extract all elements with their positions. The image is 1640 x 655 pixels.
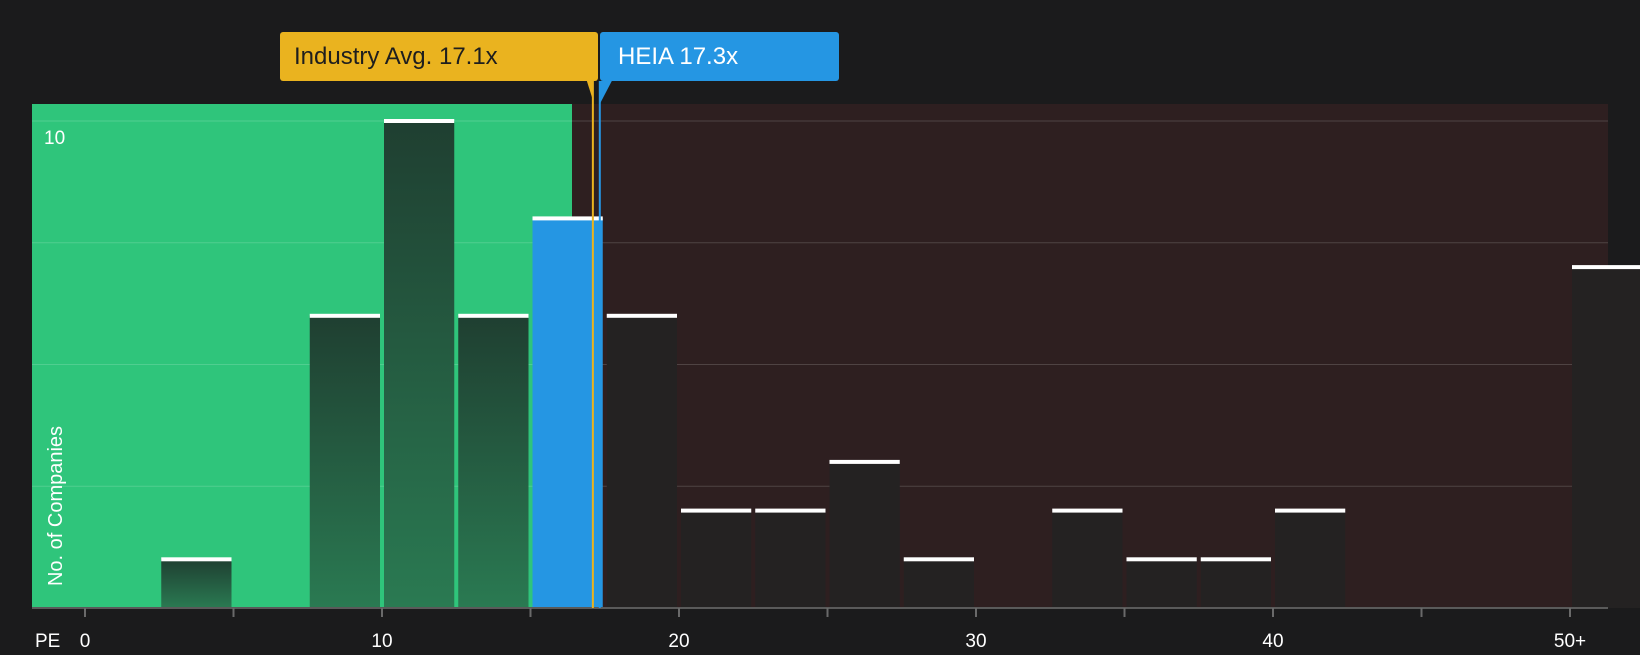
histogram-bar: [606, 315, 677, 608]
bar-top-cap: [1572, 265, 1640, 270]
bar-top-cap: [161, 557, 232, 562]
bar-top-cap: [903, 557, 974, 562]
bar-top-cap: [755, 508, 826, 513]
bar-top-cap: [384, 119, 455, 123]
histogram-bar: [1572, 267, 1640, 608]
chart-canvas: 10 No. of Companies PE 0 10 20 30 40 50+: [32, 81, 1640, 652]
histogram-bar: [161, 559, 232, 608]
x-axis-tick-label: 30: [965, 631, 986, 650]
y-axis-tick-label: 10: [44, 128, 65, 149]
company-pe-callout: HEIA 17.3x: [600, 32, 839, 81]
industry-average-callout: Industry Avg. 17.1x: [280, 32, 598, 81]
histogram-bar: [309, 315, 380, 608]
histogram-bar: [829, 461, 900, 608]
bar-top-cap: [681, 508, 752, 513]
histogram-bar: [1275, 510, 1346, 608]
x-axis-tick-label: 50+: [1554, 631, 1586, 650]
metric-label: PE: [35, 631, 60, 650]
histogram-bar: [384, 121, 455, 608]
histogram-bar: [755, 510, 826, 608]
x-axis-tick-label: 10: [371, 631, 392, 650]
histogram-bar: [903, 559, 974, 608]
bar-top-cap: [829, 459, 900, 464]
x-axis-tick-label: 40: [1262, 631, 1283, 650]
histogram-bar: [458, 315, 529, 608]
bar-top-cap: [309, 313, 380, 318]
bar-top-cap: [1200, 557, 1271, 562]
bar-top-cap: [606, 313, 677, 318]
bar-top-cap: [1126, 557, 1197, 562]
bar-top-cap: [458, 313, 529, 318]
pe-distribution-chart: 10 No. of Companies PE 0 10 20 30 40 50+ Industr…: [0, 0, 1640, 652]
company-callout-pointer: [599, 81, 612, 104]
x-axis-tick-label: 0: [80, 631, 91, 650]
histogram-bar: [681, 510, 752, 608]
histogram-bar: [1126, 559, 1197, 608]
histogram-bar: [1200, 559, 1271, 608]
y-axis-title: No. of Companies: [45, 426, 67, 586]
bar-top-cap: [1052, 508, 1123, 513]
x-axis-tick-label: 20: [668, 631, 689, 650]
histogram-bar: [1052, 510, 1123, 608]
bar-top-cap: [1275, 508, 1346, 513]
